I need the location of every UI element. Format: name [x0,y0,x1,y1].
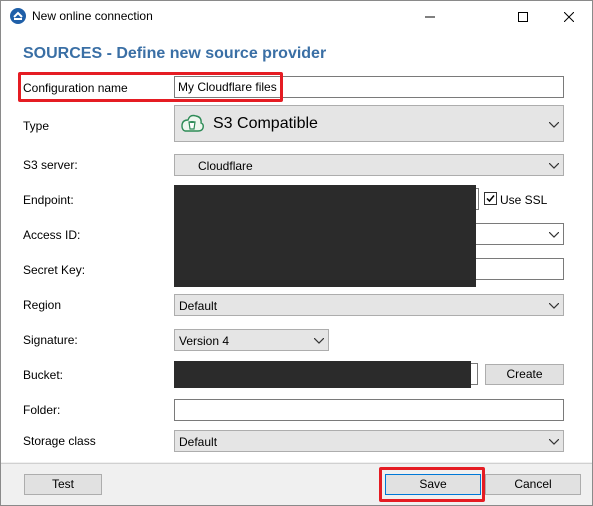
minimize-icon [425,16,435,17]
endpoint-label: Endpoint: [23,193,74,207]
type-value: S3 Compatible [213,115,318,132]
use-ssl-label: Use SSL [500,193,548,207]
type-select[interactable]: S3 Compatible [174,105,564,142]
storage-class-value: Default [179,435,218,449]
window-title: New online connection [32,9,153,23]
title-bar: New online connection [1,1,592,32]
dialog-footer: Test Save Cancel [1,463,592,505]
signature-select[interactable]: Version 4 [174,329,329,351]
highlight-configuration-name [18,72,283,102]
signature-value: Version 4 [179,334,230,348]
s3-server-select[interactable]: Cloudflare [174,154,564,176]
chevron-down-icon [549,439,559,445]
cancel-button[interactable]: Cancel [485,474,581,495]
chevron-down-icon [549,122,559,128]
region-label: Region [23,298,62,312]
dialog-window: New online connection SOURCES - Define n… [0,0,593,506]
chevron-down-icon [549,163,559,169]
redacted-bucket [174,361,471,388]
s3-bucket-icon [181,114,204,132]
maximize-icon [518,11,528,22]
secret-key-label: Secret Key: [23,263,86,277]
chevron-down-icon [549,232,559,238]
close-button[interactable] [546,1,592,32]
bucket-label: Bucket: [23,368,64,382]
redacted-credentials [174,185,476,287]
app-logo-icon [10,8,26,24]
region-value: Default [179,299,218,313]
create-bucket-button[interactable]: Create [485,364,564,385]
checkmark-icon [486,195,495,203]
storage-class-select[interactable]: Default [174,430,564,452]
minimize-button[interactable] [407,1,453,32]
chevron-down-icon [314,338,324,344]
maximize-button[interactable] [500,1,546,32]
dialog-content: SOURCES - Define new source provider Con… [1,32,592,462]
s3-server-label: S3 server: [23,158,78,172]
close-icon [564,11,574,22]
page-title: SOURCES - Define new source provider [23,45,327,62]
folder-input[interactable] [174,399,564,421]
s3-server-value: Cloudflare [198,159,253,173]
storage-class-label: Storage class [23,434,96,448]
region-select[interactable]: Default [174,294,564,316]
type-label: Type [23,119,50,133]
folder-label: Folder: [23,403,61,417]
highlight-save-button [379,467,485,502]
signature-label: Signature: [23,333,78,347]
test-button[interactable]: Test [24,474,102,495]
use-ssl-checkbox[interactable] [484,192,497,205]
chevron-down-icon [549,303,559,309]
access-id-label: Access ID: [23,228,81,242]
